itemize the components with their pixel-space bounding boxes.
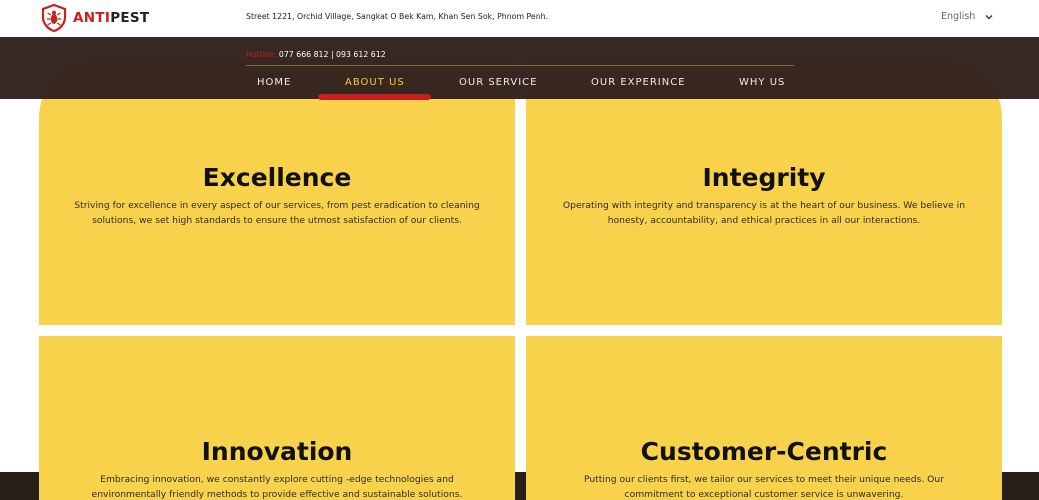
active-nav-indicator [318, 94, 431, 100]
language-selector[interactable]: English [941, 11, 994, 22]
hotline-label: Hotline: [246, 50, 279, 59]
site-logo[interactable]: ANTIPEST [40, 4, 149, 32]
value-card-excellence: Excellence Striving for excellence in ev… [39, 60, 515, 325]
value-card-innovation: Innovation Embracing innovation, we cons… [39, 336, 515, 500]
nav-our-experince[interactable]: OUR EXPERINCE [591, 77, 686, 88]
nav-home[interactable]: HOME [257, 77, 291, 88]
card-title: Excellence [202, 163, 352, 192]
value-card-customer-centric: Customer-Centric Putting our clients fir… [526, 336, 1002, 500]
address-text: Street 1221, Orchid Village, Sangkat O B… [246, 12, 549, 21]
card-title: Integrity [702, 163, 826, 192]
card-title: Customer-Centric [640, 437, 888, 466]
bug-shield-icon [41, 4, 67, 32]
card-title: Innovation [201, 437, 353, 466]
chevron-down-icon [985, 14, 993, 20]
nav-why-us[interactable]: WHY US [739, 77, 785, 88]
card-text: Putting our clients first, we tailor our… [583, 474, 944, 500]
top-bar: ANTIPEST Street 1221, Orchid Village, Sa… [0, 0, 1039, 37]
value-card-integrity: Integrity Operating with integrity and t… [526, 60, 1002, 325]
nav-divider [246, 65, 794, 66]
hotline-numbers[interactable]: 077 666 812 | 093 612 612 [279, 50, 386, 59]
card-text: Operating with integrity and transparenc… [562, 200, 966, 226]
nav-menu: HOME ABOUT US OUR SERVICE OUR EXPERINCE … [0, 77, 1039, 91]
main-navbar: Hotline: 077 666 812 | 093 612 612 HOME … [0, 37, 1039, 100]
logo-text: ANTIPEST [73, 10, 150, 26]
card-text: Striving for excellence in every aspect … [74, 200, 480, 226]
language-label: English [941, 11, 976, 22]
card-text: Embracing innovation, we constantly expl… [91, 474, 463, 500]
hotline: Hotline: 077 666 812 | 093 612 612 [246, 50, 386, 59]
nav-about-us[interactable]: ABOUT US [345, 77, 405, 88]
nav-our-service[interactable]: OUR SERVICE [459, 77, 537, 88]
